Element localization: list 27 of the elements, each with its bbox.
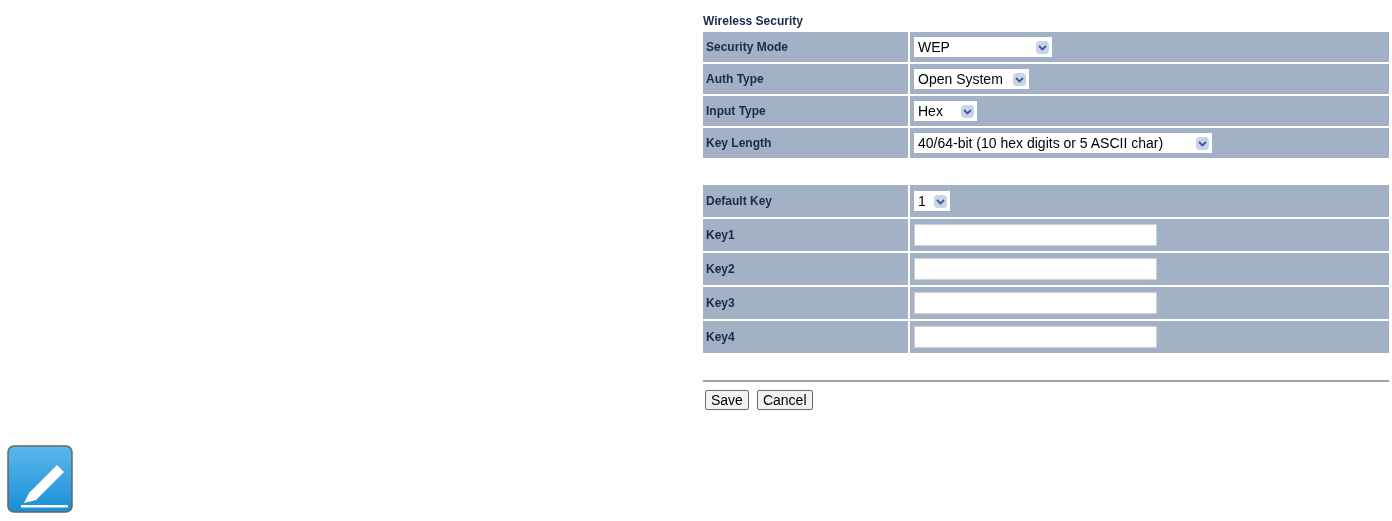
row-label: Key1	[703, 219, 908, 251]
row-label: Key2	[703, 253, 908, 285]
pencil-icon	[7, 445, 73, 513]
dropdown[interactable]: 1	[914, 191, 950, 211]
row-label: Key3	[703, 287, 908, 319]
input-field[interactable]	[914, 292, 1157, 314]
caret-icon	[934, 194, 947, 208]
input-field[interactable]	[914, 224, 1157, 246]
section-title: Wireless Security	[703, 13, 804, 30]
caret-icon	[1013, 72, 1026, 86]
input-field[interactable]	[914, 258, 1157, 280]
row-label: Auth Type	[703, 64, 908, 94]
caret-icon	[1036, 40, 1049, 54]
row-label: Input Type	[703, 96, 908, 126]
row-label: Key4	[703, 321, 908, 353]
dropdown[interactable]: 40/64-bit (10 hex digits or 5 ASCII char)	[914, 133, 1212, 153]
dropdown[interactable]: Open System	[914, 69, 1029, 89]
caret-icon	[961, 104, 974, 118]
row-label: Default Key	[703, 185, 908, 217]
dropdown[interactable]: Hex	[914, 101, 977, 121]
row-label: Security Mode	[703, 32, 908, 62]
form-button[interactable]: Save	[705, 390, 749, 410]
input-field[interactable]	[914, 326, 1157, 348]
dropdown[interactable]: WEP	[914, 37, 1052, 57]
form-button[interactable]: Cancel	[756, 390, 813, 410]
caret-icon	[1196, 136, 1209, 150]
row-label: Key Length	[703, 128, 908, 158]
